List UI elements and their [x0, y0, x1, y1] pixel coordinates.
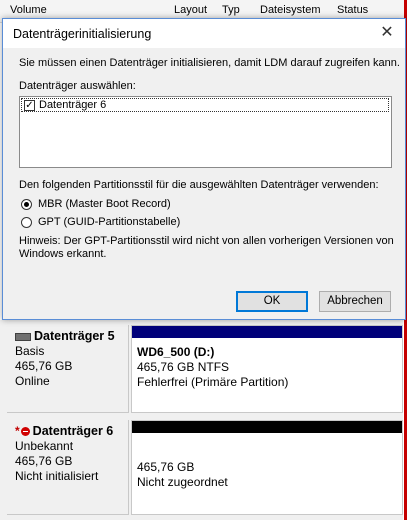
gpt-label[interactable]: GPT (GUID-Partitionstabelle)	[38, 216, 180, 228]
dialog-title: Datenträgerinitialisierung	[13, 27, 152, 41]
disk-label-5[interactable]: Datenträger 5 Basis 465,76 GB Online	[7, 325, 129, 413]
partition-d[interactable]: WD6_500 (D:) 465,76 GB NTFS Fehlerfrei (…	[131, 325, 403, 413]
initialize-disk-dialog: Datenträgerinitialisierung ✕ Sie müssen …	[2, 18, 406, 320]
hint-line-1: Hinweis: Der GPT-Partitionsstil wird nic…	[19, 235, 394, 247]
disk-checkbox[interactable]: ✓	[24, 100, 35, 111]
intro-text: Sie müssen einen Datenträger initialisie…	[19, 57, 400, 69]
mbr-label[interactable]: MBR (Master Boot Record)	[38, 198, 171, 210]
column-status[interactable]: Status	[337, 4, 368, 16]
disk-listbox[interactable]: ✓ Datenträger 6	[19, 96, 392, 168]
ok-button[interactable]: OK	[236, 291, 308, 312]
column-filesystem[interactable]: Dateisystem	[260, 4, 321, 16]
list-item-label: Datenträger 6	[39, 99, 107, 111]
disk-name: Datenträger 6	[32, 424, 114, 438]
disk-icon	[15, 332, 31, 341]
error-icon	[20, 427, 30, 437]
select-disk-label: Datenträger auswählen:	[19, 80, 136, 92]
disk-size: 465,76 GB	[15, 454, 73, 468]
list-item[interactable]: ✓ Datenträger 6	[21, 98, 389, 112]
dialog-titlebar[interactable]: Datenträgerinitialisierung ✕	[3, 19, 405, 48]
column-layout[interactable]: Layout	[174, 4, 207, 16]
partition-unallocated[interactable]: 465,76 GB Nicht zugeordnet	[131, 420, 403, 515]
close-icon[interactable]: ✕	[378, 24, 396, 42]
mbr-radio[interactable]	[21, 199, 32, 210]
disk-state: Online	[15, 374, 50, 388]
disk-size: 465,76 GB	[15, 359, 73, 373]
check-icon: ✓	[25, 100, 34, 111]
disk-label-6[interactable]: * Datenträger 6 Unbekannt 465,76 GB Nicht…	[7, 420, 129, 515]
hint-line-2: Windows erkannt.	[19, 248, 107, 260]
partition-name: WD6_500 (D:)	[137, 345, 215, 359]
disk-state: Nicht initialisiert	[15, 469, 99, 483]
column-type[interactable]: Typ	[222, 4, 240, 16]
partition-size: 465,76 GB NTFS	[137, 360, 230, 374]
partition-size: 465,76 GB	[137, 460, 195, 474]
disk-type: Unbekannt	[15, 439, 74, 453]
partition-status: Fehlerfrei (Primäre Partition)	[137, 375, 289, 389]
partition-bar	[132, 421, 402, 433]
partition-status: Nicht zugeordnet	[137, 475, 228, 489]
column-volume[interactable]: Volume	[10, 4, 47, 16]
partition-style-label: Den folgenden Partitionsstil für die aus…	[19, 179, 379, 191]
disk-name: Datenträger 5	[34, 329, 115, 343]
partition-bar	[132, 326, 402, 338]
cancel-button[interactable]: Abbrechen	[319, 291, 391, 312]
disk-type: Basis	[15, 344, 45, 358]
unknown-disk-prefix: *	[15, 424, 20, 438]
gpt-radio[interactable]	[21, 217, 32, 228]
